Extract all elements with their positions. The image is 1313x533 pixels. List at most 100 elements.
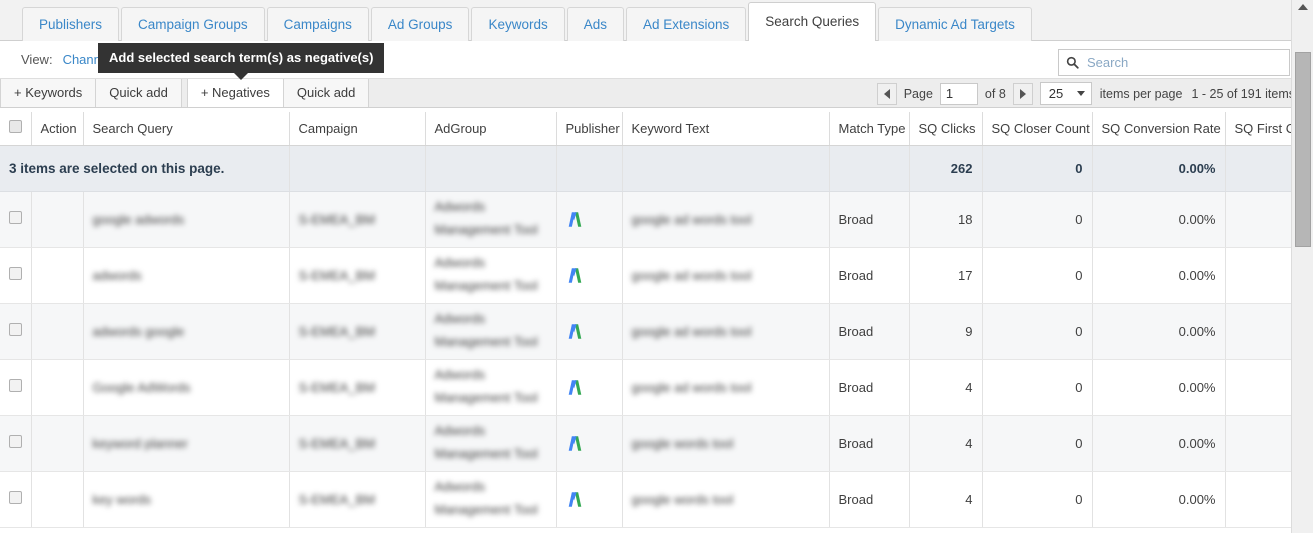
summary-campaign [289, 145, 426, 192]
column-header-sq-closer-count[interactable]: SQ Closer Count [982, 112, 1093, 146]
column-header-sq-conversion-rate[interactable]: SQ Conversion Rate [1092, 112, 1226, 146]
page-size-select[interactable]: 25 [1039, 82, 1092, 105]
row-sq-conversion-rate: 0.00% [1092, 359, 1226, 416]
page-number-input[interactable] [939, 82, 978, 105]
chevron-down-icon [1076, 91, 1085, 96]
row-select-checkbox[interactable] [9, 211, 22, 224]
table-row[interactable]: key words S-EMEA_BM Adwords Management Tool… [0, 471, 1291, 528]
row-action-cell[interactable] [31, 191, 84, 248]
row-adgroup: Adwords Management Tool [425, 191, 557, 248]
google-adwords-logo [568, 491, 581, 507]
search-queries-page: Publishers Campaign Groups Campaigns Ad Gro… [0, 0, 1313, 533]
table-header-row: Action Search Query Campaign AdGroup Publish… [0, 112, 1291, 146]
action-toolbar: + Keywords Quick add + Negatives Quick add … [0, 78, 1313, 108]
search-box[interactable] [1058, 49, 1290, 76]
column-header-match-type[interactable]: Match Type [829, 112, 910, 146]
vertical-scrollbar[interactable] [1291, 0, 1313, 533]
table-row[interactable]: google adwords S-EMEA_BM Adwords Management… [0, 191, 1291, 248]
row-select-checkbox-cell[interactable] [0, 471, 32, 528]
main-tab-bar: Publishers Campaign Groups Campaigns Ad Gro… [0, 0, 1313, 41]
column-header-adgroup[interactable]: AdGroup [425, 112, 557, 146]
row-select-checkbox-cell[interactable] [0, 359, 32, 416]
row-sq-clicks: 18 [909, 191, 983, 248]
summary-match-type [829, 145, 910, 192]
next-page-button[interactable] [1012, 82, 1033, 105]
row-select-checkbox[interactable] [9, 267, 22, 280]
column-header-publisher[interactable]: Publisher [556, 112, 623, 146]
row-adgroup-line2: Management Tool [434, 278, 538, 293]
tab-ads[interactable]: Ads [566, 7, 624, 41]
row-sq-first-c [1225, 471, 1291, 528]
row-campaign: S-EMEA_BM [289, 303, 426, 360]
tab-campaign-groups[interactable]: Campaign Groups [121, 7, 265, 41]
table-row[interactable]: adwords S-EMEA_BM Adwords Management Tool go… [0, 247, 1291, 304]
row-select-checkbox-cell[interactable] [0, 415, 32, 472]
row-select-checkbox-cell[interactable] [0, 247, 32, 304]
row-action-cell[interactable] [31, 359, 84, 416]
action-button-keywords-0[interactable]: + Keywords [0, 79, 97, 107]
row-adgroup-line2: Management Tool [434, 334, 538, 349]
tab-campaigns[interactable]: Campaigns [266, 7, 369, 41]
action-button-quick-add-1[interactable]: Quick add [95, 79, 182, 107]
summary-adgroup [425, 145, 557, 192]
table-row[interactable]: keyword planner S-EMEA_BM Adwords Managemen… [0, 415, 1291, 472]
row-publisher [556, 471, 623, 528]
row-sq-first-c [1225, 191, 1291, 248]
row-sq-clicks: 4 [909, 359, 983, 416]
tab-ad-extensions[interactable]: Ad Extensions [625, 7, 747, 41]
row-adgroup-line1: Adwords [434, 311, 486, 327]
row-search-query: Google AdWords [83, 359, 290, 416]
column-header-sq-first-c[interactable]: SQ First C [1225, 112, 1291, 146]
column-header-keyword-text[interactable]: Keyword Text [622, 112, 830, 146]
column-header-sq-clicks[interactable]: SQ Clicks [909, 112, 983, 146]
google-adwords-logo [568, 435, 581, 451]
row-select-checkbox[interactable] [9, 435, 22, 448]
tab-search-queries[interactable]: Search Queries [748, 2, 877, 41]
table-row[interactable]: adwords google S-EMEA_BM Adwords Management… [0, 303, 1291, 360]
row-select-checkbox[interactable] [9, 379, 22, 392]
row-adgroup-line1: Adwords [434, 199, 486, 215]
row-action-cell[interactable] [31, 415, 84, 472]
row-select-checkbox-cell[interactable] [0, 191, 32, 248]
row-select-checkbox[interactable] [9, 491, 22, 504]
tab-ad-groups[interactable]: Ad Groups [370, 7, 470, 41]
row-adgroup-line1: Adwords [434, 479, 486, 495]
row-adgroup-line1: Adwords [434, 367, 486, 383]
row-sq-first-c [1225, 415, 1291, 472]
row-sq-first-c [1225, 247, 1291, 304]
row-campaign-text: S-EMEA_BM [298, 323, 376, 339]
column-header-checkbox[interactable] [0, 112, 32, 146]
scrollbar-thumb[interactable] [1295, 52, 1311, 247]
column-header-campaign[interactable]: Campaign [289, 112, 426, 146]
row-sq-closer-count: 0 [982, 303, 1093, 360]
column-header-search-query[interactable]: Search Query [83, 112, 290, 146]
row-adgroup-line1: Adwords [434, 255, 486, 271]
row-action-cell[interactable] [31, 303, 84, 360]
row-match-type: Broad [829, 247, 910, 304]
selection-summary-row: 3 items are selected on this page. 262 0 0.… [0, 145, 1291, 192]
row-search-query-text: adwords google [92, 323, 185, 339]
row-action-cell[interactable] [31, 247, 84, 304]
action-button-quick-add-3[interactable]: Quick add [282, 79, 370, 107]
select-all-checkbox[interactable] [9, 120, 22, 134]
column-header-action[interactable]: Action [31, 112, 84, 146]
search-queries-table-container: Action Search Query Campaign AdGroup Publish… [0, 112, 1291, 533]
row-keyword-text-value: google ad words tool [631, 323, 752, 339]
row-sq-closer-count: 0 [982, 471, 1093, 528]
tab-publishers[interactable]: Publishers [22, 7, 120, 41]
row-select-checkbox[interactable] [9, 323, 22, 336]
prev-page-button[interactable] [876, 82, 897, 105]
table-row[interactable]: Google AdWords S-EMEA_BM Adwords Management… [0, 359, 1291, 416]
tab-dynamic-ad-targets[interactable]: Dynamic Ad Targets [878, 7, 1032, 41]
row-keyword-text: google ad words tool [622, 303, 830, 360]
triangle-up-icon[interactable] [1298, 4, 1308, 10]
search-input[interactable] [1085, 54, 1282, 71]
row-keyword-text: google ad words tool [622, 191, 830, 248]
row-action-cell[interactable] [31, 471, 84, 528]
action-button-negatives-2[interactable]: + Negatives [186, 79, 284, 107]
summary-keyword-text [622, 145, 830, 192]
tab-keywords[interactable]: Keywords [471, 7, 565, 41]
row-sq-conversion-rate: 0.00% [1092, 191, 1226, 248]
negatives-tooltip: Add selected search term(s) as negative(… [98, 43, 385, 80]
row-select-checkbox-cell[interactable] [0, 303, 32, 360]
